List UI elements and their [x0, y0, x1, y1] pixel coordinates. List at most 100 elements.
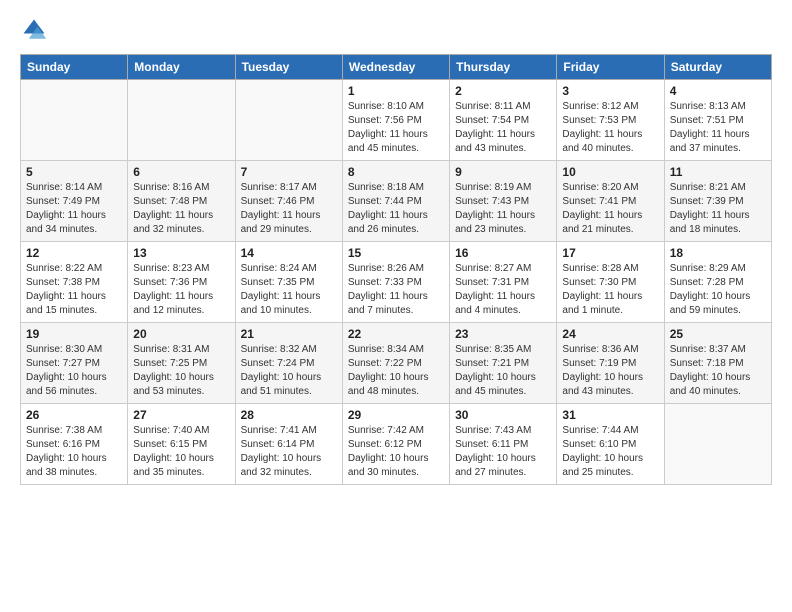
calendar-cell: 29 Sunrise: 7:42 AM Sunset: 6:12 PM Dayli… [342, 404, 449, 485]
calendar-cell: 16Sunrise: 8:27 AM Sunset: 7:31 PM Dayli… [450, 242, 557, 323]
calendar-cell: 14 Sunrise: 8:24 AM Sunset: 7:35 PM Dayli… [235, 242, 342, 323]
calendar-header-tuesday: Tuesday [235, 55, 342, 80]
calendar-header-monday: Monday [128, 55, 235, 80]
day-number: 16 [455, 246, 551, 260]
day-number: 2 [455, 84, 551, 98]
day-number: 22 [348, 327, 444, 341]
day-content: Sunrise: 7:41 AM Sunset: 6:14 PM Dayligh… [241, 424, 337, 480]
day-content: Sunrise: 8:12 AM Sunset: 7:53 PM Dayligh… [562, 100, 658, 156]
day-number: 19 [26, 327, 122, 341]
header [20, 16, 772, 44]
day-content: Sunrise: 8:34 AM Sunset: 7:22 PM Dayligh… [348, 343, 444, 399]
calendar-cell: 6 Sunrise: 8:16 AM Sunset: 7:48 PM Daylig… [128, 161, 235, 242]
calendar-cell: 24 Sunrise: 8:36 AM Sunset: 7:19 PM Dayli… [557, 323, 664, 404]
day-content: Sunrise: 8:14 AM Sunset: 7:49 PM Dayligh… [26, 181, 122, 237]
calendar-cell: 10 Sunrise: 8:20 AM Sunset: 7:41 PM Dayli… [557, 161, 664, 242]
calendar-cell: 9Sunrise: 8:19 AM Sunset: 7:43 PM Daylig… [450, 161, 557, 242]
day-number: 30 [455, 408, 551, 422]
day-content: Sunrise: 8:13 AM Sunset: 7:51 PM Dayligh… [670, 100, 766, 156]
day-content: Sunrise: 8:30 AM Sunset: 7:27 PM Dayligh… [26, 343, 122, 399]
calendar-header-saturday: Saturday [664, 55, 771, 80]
calendar-header-thursday: Thursday [450, 55, 557, 80]
day-number: 6 [133, 165, 229, 179]
day-number: 7 [241, 165, 337, 179]
page: SundayMondayTuesdayWednesdayThursdayFrid… [0, 0, 792, 612]
day-number: 21 [241, 327, 337, 341]
calendar-cell: 13 Sunrise: 8:23 AM Sunset: 7:36 PM Dayli… [128, 242, 235, 323]
day-content: Sunrise: 8:17 AM Sunset: 7:46 PM Dayligh… [241, 181, 337, 237]
day-number: 8 [348, 165, 444, 179]
day-content: Sunrise: 8:18 AM Sunset: 7:44 PM Dayligh… [348, 181, 444, 237]
day-number: 26 [26, 408, 122, 422]
calendar-header-row: SundayMondayTuesdayWednesdayThursdayFrid… [21, 55, 772, 80]
calendar-cell: 3Sunrise: 8:12 AM Sunset: 7:53 PM Daylig… [557, 80, 664, 161]
calendar-cell: 21 Sunrise: 8:32 AM Sunset: 7:24 PM Dayli… [235, 323, 342, 404]
day-number: 10 [562, 165, 658, 179]
calendar-cell: 25 Sunrise: 8:37 AM Sunset: 7:18 PM Dayli… [664, 323, 771, 404]
calendar-cell [664, 404, 771, 485]
calendar-cell: 19 Sunrise: 8:30 AM Sunset: 7:27 PM Dayli… [21, 323, 128, 404]
day-number: 23 [455, 327, 551, 341]
calendar-week-row: 12Sunrise: 8:22 AM Sunset: 7:38 PM Dayli… [21, 242, 772, 323]
calendar-cell: 1Sunrise: 8:10 AM Sunset: 7:56 PM Daylig… [342, 80, 449, 161]
calendar-cell [235, 80, 342, 161]
day-number: 5 [26, 165, 122, 179]
day-number: 11 [670, 165, 766, 179]
calendar-week-row: 26 Sunrise: 7:38 AM Sunset: 6:16 PM Dayli… [21, 404, 772, 485]
calendar-header-sunday: Sunday [21, 55, 128, 80]
day-content: Sunrise: 8:24 AM Sunset: 7:35 PM Dayligh… [241, 262, 337, 318]
day-content: Sunrise: 7:38 AM Sunset: 6:16 PM Dayligh… [26, 424, 122, 480]
day-number: 17 [562, 246, 658, 260]
calendar-cell: 12Sunrise: 8:22 AM Sunset: 7:38 PM Dayli… [21, 242, 128, 323]
day-content: Sunrise: 8:31 AM Sunset: 7:25 PM Dayligh… [133, 343, 229, 399]
calendar-cell: 20 Sunrise: 8:31 AM Sunset: 7:25 PM Dayli… [128, 323, 235, 404]
day-content: Sunrise: 8:16 AM Sunset: 7:48 PM Dayligh… [133, 181, 229, 237]
calendar-cell: 22 Sunrise: 8:34 AM Sunset: 7:22 PM Dayli… [342, 323, 449, 404]
day-content: Sunrise: 8:26 AM Sunset: 7:33 PM Dayligh… [348, 262, 444, 318]
calendar-cell: 27 Sunrise: 7:40 AM Sunset: 6:15 PM Dayli… [128, 404, 235, 485]
calendar-cell: 8 Sunrise: 8:18 AM Sunset: 7:44 PM Daylig… [342, 161, 449, 242]
logo-icon [20, 16, 48, 44]
calendar-cell: 2Sunrise: 8:11 AM Sunset: 7:54 PM Daylig… [450, 80, 557, 161]
day-content: Sunrise: 8:21 AM Sunset: 7:39 PM Dayligh… [670, 181, 766, 237]
calendar-cell: 26 Sunrise: 7:38 AM Sunset: 6:16 PM Dayli… [21, 404, 128, 485]
calendar-cell: 30 Sunrise: 7:43 AM Sunset: 6:11 PM Dayli… [450, 404, 557, 485]
day-content: Sunrise: 7:44 AM Sunset: 6:10 PM Dayligh… [562, 424, 658, 480]
day-content: Sunrise: 8:10 AM Sunset: 7:56 PM Dayligh… [348, 100, 444, 156]
day-number: 28 [241, 408, 337, 422]
day-number: 14 [241, 246, 337, 260]
calendar-cell [21, 80, 128, 161]
day-number: 12 [26, 246, 122, 260]
day-number: 9 [455, 165, 551, 179]
day-content: Sunrise: 7:42 AM Sunset: 6:12 PM Dayligh… [348, 424, 444, 480]
calendar-week-row: 19 Sunrise: 8:30 AM Sunset: 7:27 PM Dayli… [21, 323, 772, 404]
day-number: 13 [133, 246, 229, 260]
day-number: 31 [562, 408, 658, 422]
day-content: Sunrise: 7:43 AM Sunset: 6:11 PM Dayligh… [455, 424, 551, 480]
day-content: Sunrise: 8:23 AM Sunset: 7:36 PM Dayligh… [133, 262, 229, 318]
day-number: 24 [562, 327, 658, 341]
calendar-cell: 5 Sunrise: 8:14 AM Sunset: 7:49 PM Daylig… [21, 161, 128, 242]
day-content: Sunrise: 8:20 AM Sunset: 7:41 PM Dayligh… [562, 181, 658, 237]
day-number: 15 [348, 246, 444, 260]
day-number: 20 [133, 327, 229, 341]
day-content: Sunrise: 8:35 AM Sunset: 7:21 PM Dayligh… [455, 343, 551, 399]
calendar-week-row: 1Sunrise: 8:10 AM Sunset: 7:56 PM Daylig… [21, 80, 772, 161]
calendar-cell: 28 Sunrise: 7:41 AM Sunset: 6:14 PM Dayli… [235, 404, 342, 485]
day-number: 4 [670, 84, 766, 98]
calendar-cell: 18Sunrise: 8:29 AM Sunset: 7:28 PM Dayli… [664, 242, 771, 323]
day-content: Sunrise: 7:40 AM Sunset: 6:15 PM Dayligh… [133, 424, 229, 480]
day-number: 25 [670, 327, 766, 341]
day-content: Sunrise: 8:28 AM Sunset: 7:30 PM Dayligh… [562, 262, 658, 318]
day-content: Sunrise: 8:32 AM Sunset: 7:24 PM Dayligh… [241, 343, 337, 399]
calendar-cell: 17 Sunrise: 8:28 AM Sunset: 7:30 PM Dayli… [557, 242, 664, 323]
day-content: Sunrise: 8:37 AM Sunset: 7:18 PM Dayligh… [670, 343, 766, 399]
day-content: Sunrise: 8:36 AM Sunset: 7:19 PM Dayligh… [562, 343, 658, 399]
calendar-cell: 15 Sunrise: 8:26 AM Sunset: 7:33 PM Dayli… [342, 242, 449, 323]
calendar-cell: 11 Sunrise: 8:21 AM Sunset: 7:39 PM Dayli… [664, 161, 771, 242]
day-number: 29 [348, 408, 444, 422]
calendar-cell: 23 Sunrise: 8:35 AM Sunset: 7:21 PM Dayli… [450, 323, 557, 404]
calendar-cell: 4 Sunrise: 8:13 AM Sunset: 7:51 PM Daylig… [664, 80, 771, 161]
calendar-cell: 31 Sunrise: 7:44 AM Sunset: 6:10 PM Dayli… [557, 404, 664, 485]
day-number: 27 [133, 408, 229, 422]
